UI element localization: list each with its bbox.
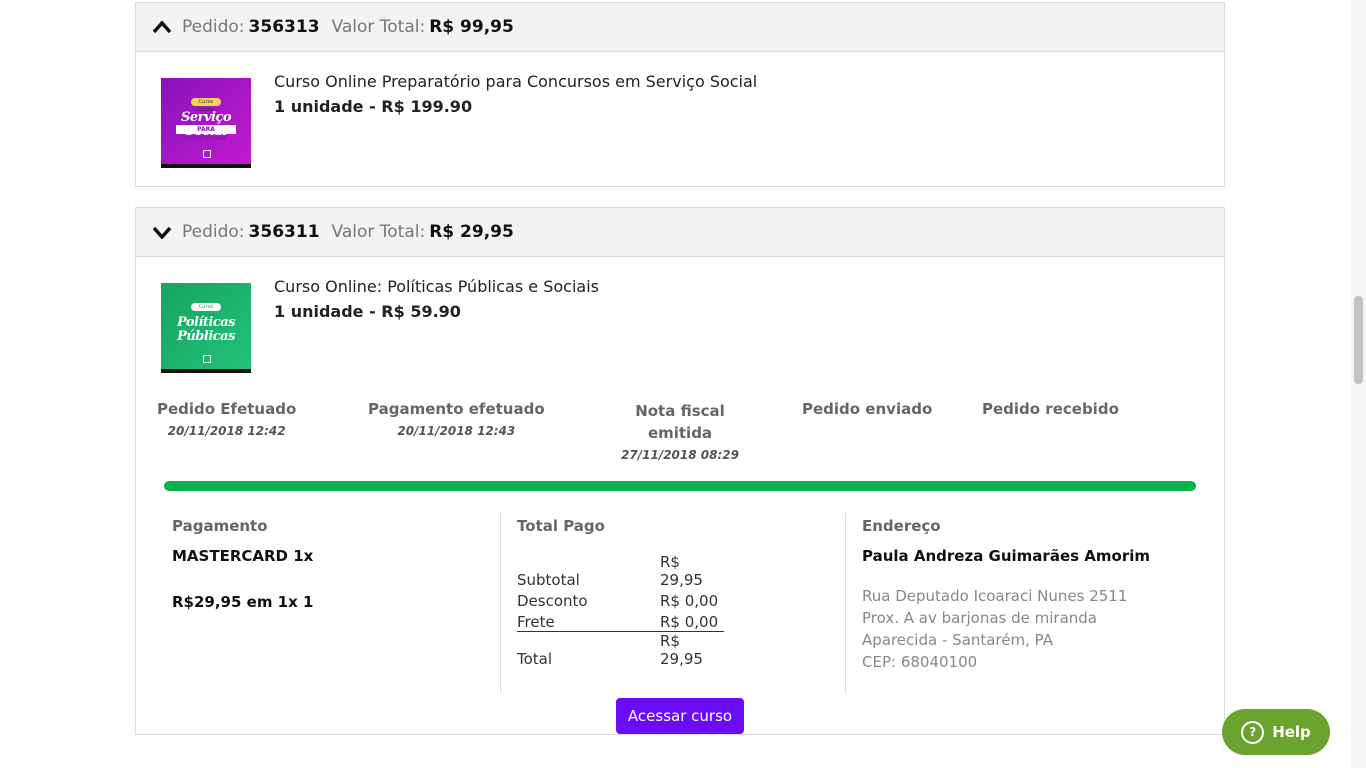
status-step: Nota fiscal emitida 27/11/2018 08:29 — [620, 400, 740, 466]
status-step-label: Pagamento efetuado — [368, 400, 545, 418]
totals-row-label: Frete — [517, 613, 555, 631]
thumbnail-badge: Curso Online — [191, 98, 221, 113]
totals-row-value: R$ 29,95 — [660, 631, 724, 668]
chevron-down-icon[interactable] — [150, 220, 174, 244]
address-name: Paula Andreza Guimarães Amorim — [862, 547, 1150, 565]
order-details: Pagamento MASTERCARD 1x R$29,95 em 1x 1 … — [136, 513, 1224, 693]
order-item: Curso Online Serviço Social PARA CONCURS… — [136, 52, 1224, 186]
brand-logo-icon — [203, 355, 211, 363]
payment-installments: R$29,95 em 1x 1 — [172, 593, 314, 611]
payment-method: MASTERCARD 1x — [172, 547, 314, 565]
status-step-date: 20/11/2018 12:42 — [167, 424, 286, 438]
order-card: Pedido: 356311 Valor Total: R$ 29,95 Cur… — [135, 207, 1225, 735]
help-label: Help — [1272, 723, 1311, 741]
order-number: 356311 — [248, 222, 320, 242]
totals-row-label: Total — [517, 631, 660, 668]
vertical-scrollbar[interactable] — [1351, 0, 1366, 768]
status-step-label: Nota fiscal emitida — [635, 402, 725, 442]
total-label: Valor Total: — [331, 17, 426, 37]
order-card: Pedido: 356313 Valor Total: R$ 99,95 Cur… — [135, 2, 1225, 187]
thumbnail-badge: Curso Online — [191, 303, 221, 318]
address-line: Rua Deputado Icoaraci Nunes 2511 — [862, 587, 1128, 605]
totals-section: Total Pago Subtotal R$ 29,95 Desconto R$… — [501, 513, 846, 693]
totals-row-total: Total R$ 29,95 — [517, 631, 724, 668]
address-line: Aparecida - Santarém, PA — [862, 631, 1053, 649]
order-header[interactable]: Pedido: 356313 Valor Total: R$ 99,95 — [136, 3, 1224, 52]
status-step: Pedido Efetuado 20/11/2018 12:42 — [157, 400, 296, 438]
address-section: Endereço Paula Andreza Guimarães Amorim … — [846, 513, 1150, 693]
status-step-label: Pedido Efetuado — [157, 400, 297, 418]
totals-table: Subtotal R$ 29,95 Desconto R$ 0,00 Frete… — [517, 553, 724, 668]
brand-logo-icon — [203, 150, 211, 158]
order-progress-fill — [164, 481, 1196, 491]
chevron-up-icon[interactable] — [150, 15, 174, 39]
question-circle-icon: ? — [1241, 720, 1265, 744]
status-step-label: Pedido recebido — [982, 400, 1119, 418]
item-name: Curso Online Preparatório para Concursos… — [274, 72, 758, 91]
help-button[interactable]: ? Help — [1222, 709, 1330, 755]
total-value: R$ 99,95 — [429, 17, 514, 37]
address-lines: Rua Deputado Icoaraci Nunes 2511 Prox. A… — [862, 585, 1150, 673]
thumbnail-subtitle: PARA CONCURSOS — [176, 125, 236, 142]
totals-row: Desconto R$ 0,00 — [517, 589, 724, 610]
course-thumbnail[interactable]: Curso Online Serviço Social PARA CONCURS… — [161, 78, 251, 168]
total-label: Valor Total: — [331, 222, 426, 242]
scrollbar-thumb[interactable] — [1354, 296, 1363, 384]
order-number: 356313 — [248, 17, 320, 37]
status-step: Pagamento efetuado 20/11/2018 12:43 — [368, 400, 545, 438]
item-name: Curso Online: Políticas Públicas e Socia… — [274, 277, 599, 296]
address-line: Prox. A av barjonas de miranda — [862, 609, 1097, 627]
totals-row: Frete R$ 0,00 — [517, 610, 724, 632]
totals-row: Subtotal R$ 29,95 — [517, 553, 724, 589]
status-step: Pedido recebido — [982, 400, 1119, 418]
totals-title: Total Pago — [517, 517, 605, 535]
item-quantity-price: 1 unidade - R$ 59.90 — [274, 302, 461, 321]
status-step: Pedido enviado — [802, 400, 932, 418]
address-line: CEP: 68040100 — [862, 653, 978, 671]
payment-section: Pagamento MASTERCARD 1x R$29,95 em 1x 1 — [136, 513, 501, 693]
order-header[interactable]: Pedido: 356311 Valor Total: R$ 29,95 — [136, 208, 1224, 257]
orders-list: Pedido: 356313 Valor Total: R$ 99,95 Cur… — [135, 2, 1225, 755]
order-label: Pedido: — [182, 17, 245, 37]
totals-row-value: R$ 0,00 — [660, 592, 719, 610]
payment-title: Pagamento — [172, 517, 268, 535]
thumbnail-title: Políticas Públicas — [176, 315, 236, 344]
status-step-date: 20/11/2018 12:43 — [397, 424, 516, 438]
video-bar — [161, 369, 251, 373]
totals-row-label: Subtotal — [517, 571, 580, 589]
order-label: Pedido: — [182, 222, 245, 242]
video-bar — [161, 164, 251, 168]
address-title: Endereço — [862, 517, 941, 535]
status-step-date: 27/11/2018 08:29 — [621, 448, 739, 462]
status-step-label: Pedido enviado — [802, 400, 933, 418]
totals-row-value: R$ 29,95 — [660, 553, 703, 589]
order-progress-bar — [164, 481, 1196, 491]
total-value: R$ 29,95 — [429, 222, 514, 242]
item-quantity-price: 1 unidade - R$ 199.90 — [274, 97, 473, 116]
order-status-steps: Pedido Efetuado 20/11/2018 12:42 Pagamen… — [136, 391, 1224, 481]
order-item: Curso Online Políticas Públicas Curso On… — [136, 257, 1224, 391]
course-thumbnail[interactable]: Curso Online Políticas Públicas — [161, 283, 251, 373]
totals-row-label: Desconto — [517, 592, 588, 610]
access-course-button[interactable]: Acessar curso — [615, 698, 745, 734]
totals-row-value: R$ 0,00 — [660, 613, 719, 631]
